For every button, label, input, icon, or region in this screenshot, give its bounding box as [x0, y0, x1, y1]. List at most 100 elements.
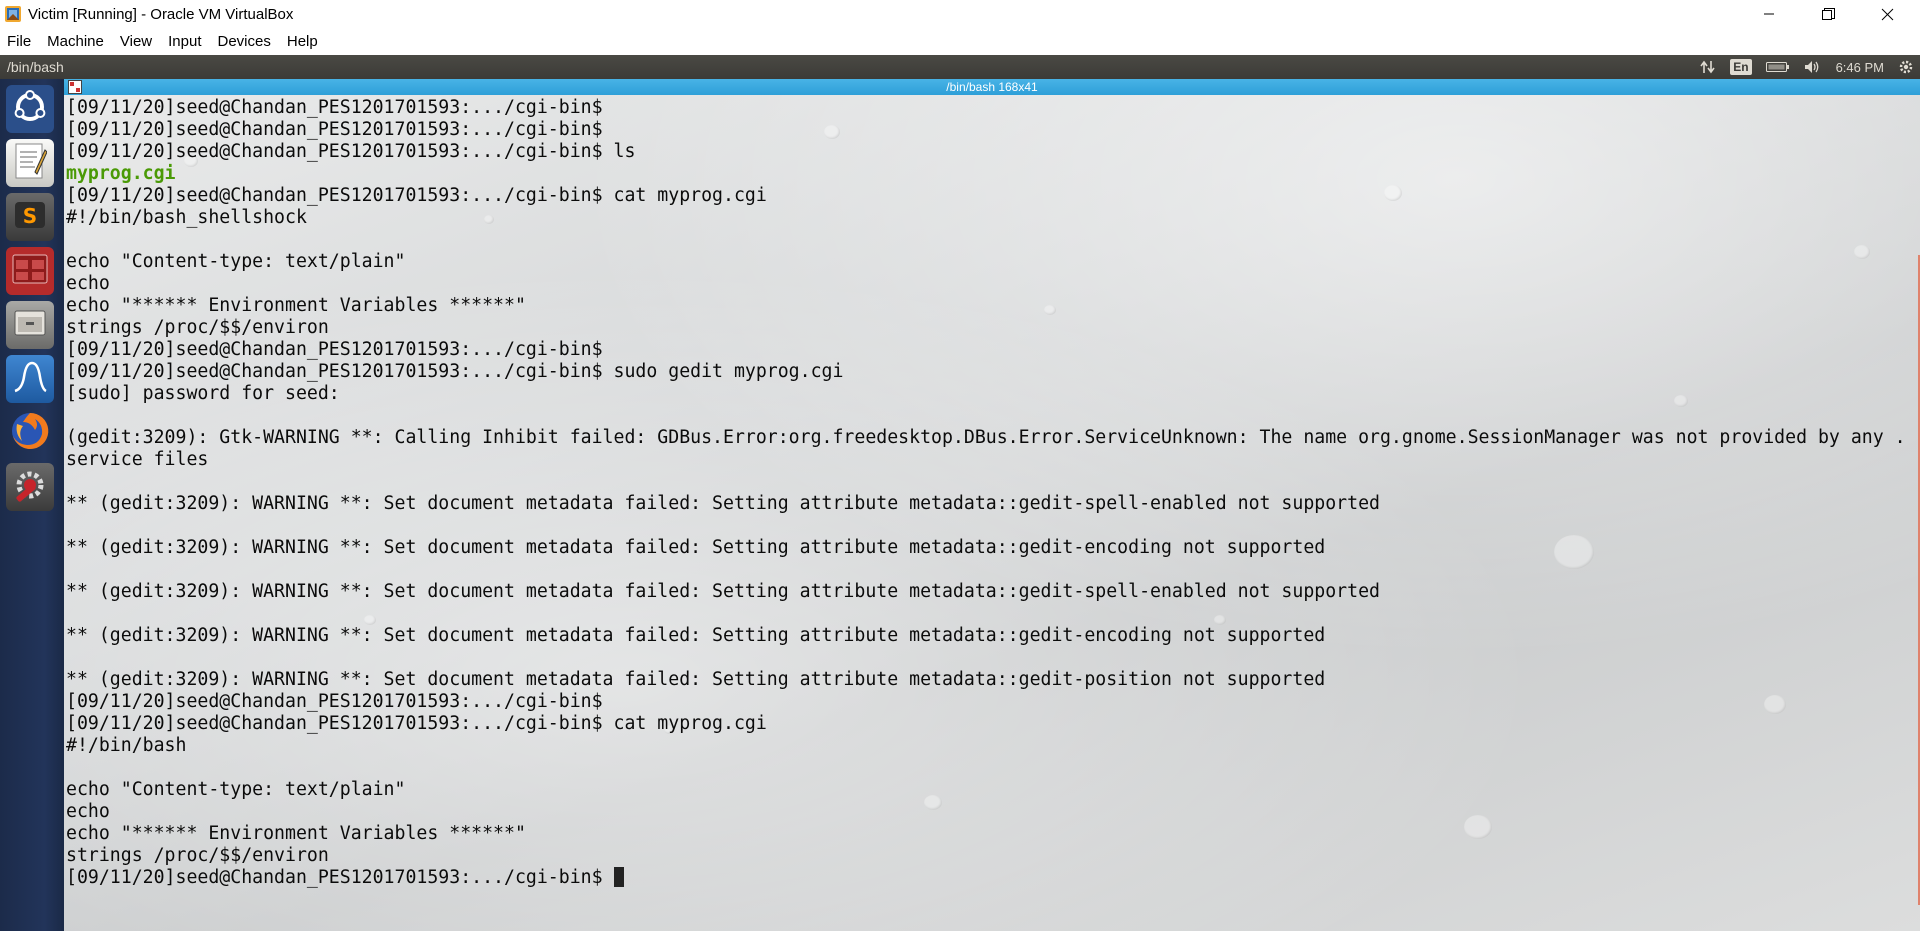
terminal-line-text: #!/bin/bash [66, 735, 187, 756]
terminal-line: [09/11/20]seed@Chandan_PES1201701593:...… [66, 867, 1906, 889]
terminal-line: [09/11/20]seed@Chandan_PES1201701593:...… [66, 339, 1906, 361]
terminal-line-text: echo [66, 801, 110, 822]
keyboard-layout-label: En [1730, 59, 1752, 75]
launcher-wireshark[interactable] [6, 355, 54, 403]
file-manager-icon [12, 307, 48, 344]
terminal-line: [09/11/20]seed@Chandan_PES1201701593:...… [66, 185, 1906, 207]
launcher-file-manager[interactable] [6, 301, 54, 349]
menubar: File Machine View Input Devices Help [0, 28, 1920, 55]
terminal-line-text: ** (gedit:3209): WARNING **: Set documen… [66, 537, 1326, 558]
launcher-text-editor[interactable] [6, 139, 54, 187]
close-icon[interactable] [1864, 0, 1910, 28]
terminal-line-text: [09/11/20]seed@Chandan_PES1201701593:...… [66, 361, 844, 382]
terminal-line-text: strings /proc/$$/environ [66, 845, 329, 866]
text-editor-icon [13, 142, 48, 185]
volume-icon[interactable] [1804, 60, 1822, 74]
terminal-line: ** (gedit:3209): WARNING **: Set documen… [66, 493, 1906, 515]
launcher-firefox[interactable] [6, 409, 54, 457]
terminal-line: [09/11/20]seed@Chandan_PES1201701593:...… [66, 691, 1906, 713]
terminal-line-text: echo "****** Environment Variables *****… [66, 295, 526, 316]
virtualbox-icon [4, 5, 22, 23]
terminal-line: [sudo] password for seed: [66, 383, 1906, 405]
terminal-line: ** (gedit:3209): WARNING **: Set documen… [66, 625, 1906, 647]
launcher-terminal[interactable] [6, 247, 54, 295]
terminal-line-text: ** (gedit:3209): WARNING **: Set documen… [66, 669, 1326, 690]
terminal-line-text: [09/11/20]seed@Chandan_PES1201701593:...… [66, 119, 614, 140]
terminal-line-text: ** (gedit:3209): WARNING **: Set documen… [66, 581, 1380, 602]
terminal-line: ** (gedit:3209): WARNING **: Set documen… [66, 669, 1906, 691]
settings-gear-icon[interactable] [1898, 59, 1914, 75]
terminal-line: #!/bin/bash [66, 735, 1906, 757]
terminal-line-text: echo "Content-type: text/plain" [66, 779, 406, 800]
terminal-line-text: ** (gedit:3209): WARNING **: Set documen… [66, 493, 1380, 514]
terminal-line-text: #!/bin/bash_shellshock [66, 207, 307, 228]
terminal-line: myprog.cgi [66, 163, 1906, 185]
menu-devices[interactable]: Devices [210, 28, 279, 55]
terminal-line: #!/bin/bash_shellshock [66, 207, 1906, 229]
indicator-area: En 6:46 PM [1700, 55, 1920, 79]
terminal-title: /bin/bash 168x41 [946, 80, 1038, 94]
terminal-line: echo "Content-type: text/plain" [66, 779, 1906, 801]
terminal-line: [09/11/20]seed@Chandan_PES1201701593:...… [66, 97, 1906, 119]
terminal-line-text: ** (gedit:3209): WARNING **: Set documen… [66, 625, 1326, 646]
top-panel: /bin/bash En 6:46 PM [0, 55, 1920, 79]
terminal-line-text: [09/11/20]seed@Chandan_PES1201701593:...… [66, 339, 614, 360]
terminal-line-text: [sudo] password for seed: [66, 383, 351, 404]
terminal-line: ** (gedit:3209): WARNING **: Set documen… [66, 581, 1906, 603]
terminal-line: [09/11/20]seed@Chandan_PES1201701593:...… [66, 141, 1906, 163]
terminal-line: echo "Content-type: text/plain" [66, 251, 1906, 273]
terminal-line-text: [09/11/20]seed@Chandan_PES1201701593:...… [66, 713, 767, 734]
menu-help[interactable]: Help [279, 28, 326, 55]
terminal-icon [11, 252, 49, 291]
terminal-line-text: strings /proc/$$/environ [66, 317, 329, 338]
terminal-line: [09/11/20]seed@Chandan_PES1201701593:...… [66, 361, 1906, 383]
restore-icon[interactable] [1805, 0, 1851, 28]
terminal-titlebar[interactable]: /bin/bash 168x41 [64, 79, 1920, 95]
terminal-line-text: echo "****** Environment Variables *****… [66, 823, 526, 844]
window-titlebar[interactable]: Victim [Running] - Oracle VM VirtualBox [0, 0, 1920, 28]
clock[interactable]: 6:46 PM [1836, 60, 1884, 75]
terminal-line: strings /proc/$$/environ [66, 845, 1906, 867]
battery-icon[interactable] [1765, 61, 1790, 73]
launcher-system-settings[interactable] [6, 463, 54, 511]
terminal-line: echo "****** Environment Variables *****… [66, 295, 1906, 317]
terminal-line-text: [09/11/20]seed@Chandan_PES1201701593:...… [66, 691, 614, 712]
terminal-line-text: [09/11/20]seed@Chandan_PES1201701593:...… [66, 185, 767, 206]
terminal-line: service files [66, 449, 1906, 471]
terminal-line-text: [09/11/20]seed@Chandan_PES1201701593:...… [66, 141, 636, 162]
launcher: S [0, 79, 64, 931]
wireshark-icon [12, 359, 48, 400]
terminal-line-text: [09/11/20]seed@Chandan_PES1201701593:...… [66, 867, 614, 888]
menu-machine[interactable]: Machine [39, 28, 112, 55]
panel-app-title: /bin/bash [7, 59, 64, 75]
terminal-line: echo [66, 801, 1906, 823]
ubuntu-logo-icon [12, 89, 48, 130]
terminal-line: echo [66, 273, 1906, 295]
terminal-line-text: myprog.cgi [66, 163, 176, 184]
menu-input[interactable]: Input [160, 28, 209, 55]
terminal-line-text: [09/11/20]seed@Chandan_PES1201701593:...… [66, 97, 614, 118]
network-arrows-icon[interactable] [1700, 60, 1716, 74]
terminal-line: (gedit:3209): Gtk-WARNING **: Calling In… [66, 427, 1906, 449]
minimize-icon[interactable] [1746, 0, 1792, 28]
menu-file[interactable]: File [0, 28, 39, 55]
terminal-line: echo "****** Environment Variables *****… [66, 823, 1906, 845]
launcher-ubuntu-dash[interactable] [6, 85, 54, 133]
svg-text:S: S [23, 204, 37, 228]
terminal-line: [09/11/20]seed@Chandan_PES1201701593:...… [66, 713, 1906, 735]
terminal-line: strings /proc/$$/environ [66, 317, 1906, 339]
terminal-body[interactable]: [09/11/20]seed@Chandan_PES1201701593:...… [64, 95, 1920, 931]
firefox-icon [9, 410, 51, 457]
launcher-sublime-text[interactable]: S [6, 193, 54, 241]
terminal-line-text: echo "Content-type: text/plain" [66, 251, 406, 272]
menu-view[interactable]: View [112, 28, 160, 55]
keyboard-icon[interactable]: En [1730, 59, 1752, 75]
